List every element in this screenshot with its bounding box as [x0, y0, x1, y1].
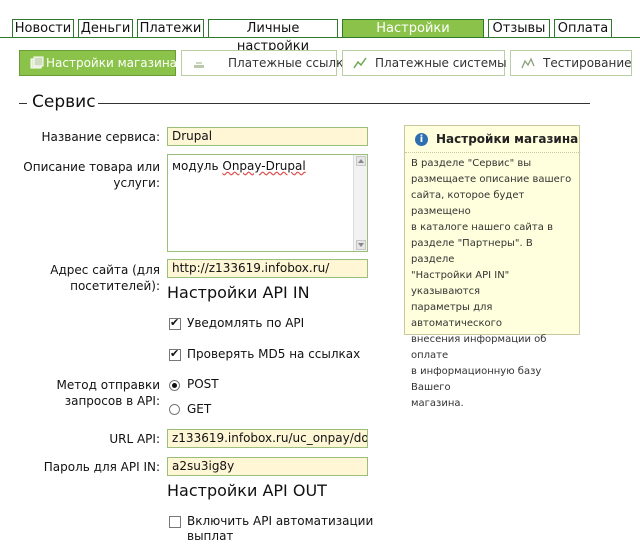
api-in-heading: Настройки API IN [167, 283, 310, 302]
subtab-payment-links[interactable]: Платежные ссылки [181, 50, 351, 76]
url-api-label: URL API: [109, 432, 160, 446]
description-label-line2: услуги: [113, 176, 160, 190]
tab-money[interactable]: Деньги [78, 19, 133, 37]
info-icon: i [415, 133, 428, 146]
subtab-payment-systems[interactable]: Платежные системы [342, 50, 507, 76]
info-panel-body: В разделе "Сервис" вы размещаете описани… [411, 156, 577, 412]
service-name-label: Название сервиса: [41, 130, 161, 144]
textarea-scrollbar[interactable] [353, 155, 367, 251]
site-address-input[interactable]: http://z133619.infobox.ru/ [167, 259, 368, 278]
info-line: параметры для автоматического [411, 302, 503, 329]
info-panel-title: Настройки магазина [436, 132, 579, 146]
auto-payout-checkbox[interactable] [169, 516, 181, 528]
settings-doc-icon [30, 56, 44, 69]
check-md5-label: Проверять MD5 на ссылках [187, 347, 361, 361]
api-password-label: Пароль для API IN: [43, 460, 160, 474]
info-line: разделе "Партнеры". В разделе [411, 238, 533, 265]
test-graph-icon [521, 57, 535, 69]
service-name-input[interactable]: Drupal [167, 127, 368, 146]
info-line: размещаете описание вашего [411, 174, 572, 185]
tab-reviews[interactable]: Отзывы [488, 19, 550, 37]
description-label-line1: Описание товара или [23, 160, 160, 174]
legend-rule-right [98, 103, 590, 104]
info-line: "Настройки API IN" указываются [411, 270, 510, 297]
tab-personal-settings[interactable]: Личные настройки [208, 19, 338, 54]
site-address-label-line2: посетителей): [70, 279, 160, 293]
main-tabbar: Новости Деньги Платежи Личные настройки … [0, 0, 640, 54]
api-out-heading: Настройки API OUT [167, 481, 327, 500]
info-line: В разделе "Сервис" вы [411, 158, 532, 169]
section-title: Сервис [32, 92, 96, 112]
subtab-label: Платежные системы [375, 56, 507, 70]
method-label-line2: запросов в API: [64, 394, 160, 408]
scroll-up-arrow-icon[interactable] [356, 156, 366, 166]
method-post-label: POST [187, 377, 219, 391]
method-post-radio[interactable] [169, 380, 180, 391]
notify-api-checkbox[interactable] [169, 316, 181, 330]
info-line: внесения информации об оплате [411, 334, 547, 361]
notify-api-label: Уведомлять по API [187, 316, 305, 330]
subtab-testing[interactable]: Тестирование [510, 50, 632, 76]
auto-payout-label-line2: выплат [187, 529, 234, 543]
scroll-down-arrow-icon[interactable] [356, 240, 366, 250]
subtab-label: Платежные ссылки [228, 56, 352, 70]
subtab-shop-settings[interactable]: Настройки магазина [19, 50, 178, 76]
info-line: в информационную базу Вашего [411, 366, 542, 393]
info-line: в каталоге нашего сайта в [411, 222, 553, 233]
info-panel: i Настройки магазина В разделе "Сервис" … [404, 125, 580, 409]
check-md5-checkbox[interactable] [169, 347, 181, 361]
api-password-input[interactable]: a2su3ig8y [167, 457, 368, 476]
tab-shop-settings[interactable]: Настройки магазина [342, 19, 484, 54]
method-get-radio[interactable] [169, 404, 180, 415]
tab-payment[interactable]: Оплата [554, 19, 612, 37]
auto-payout-label-line1: Включить API автоматизации [187, 514, 374, 528]
info-panel-header: i Настройки магазина [405, 126, 579, 153]
chart-icon [353, 57, 367, 69]
subtab-label: Настройки магазина [46, 56, 178, 70]
info-line: сайта, которое будет размещено [411, 190, 525, 217]
description-text: модуль Onpay-Drupal [172, 159, 306, 173]
info-line: магазина. [411, 398, 464, 409]
subtab-bar: Настройки магазина Платежные ссылки Плат… [0, 38, 640, 80]
tab-payments[interactable]: Платежи [137, 19, 204, 37]
description-textarea[interactable]: модуль Onpay-Drupal [167, 154, 368, 252]
url-api-input[interactable]: z133619.infobox.ru/uc_onpay/done [167, 429, 368, 448]
links-icon [194, 62, 204, 68]
method-label-line1: Метод отправки [56, 378, 160, 392]
legend-rule-left [19, 103, 27, 104]
subtab-label: Тестирование [543, 56, 632, 70]
tab-news[interactable]: Новости [12, 19, 74, 37]
method-get-label: GET [187, 402, 212, 416]
site-address-label-line1: Адрес сайта (для [50, 263, 160, 277]
